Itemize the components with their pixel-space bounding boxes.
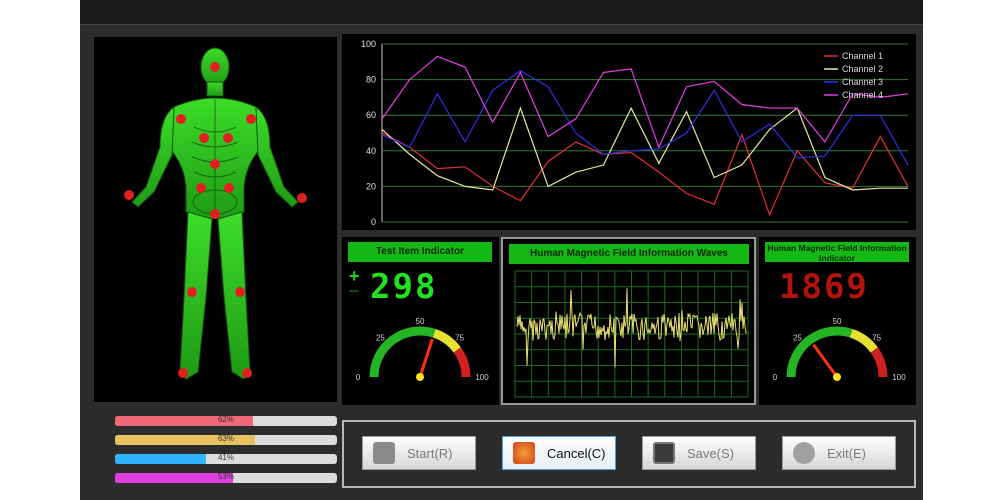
y-tick-label-60: 60 [366, 110, 376, 120]
test-item-gauge-arc-red [453, 347, 471, 378]
channel-line-chart: 0 20 40 60 80 100 Channel 1 Channel 2 Channel 3 C… [361, 39, 909, 227]
test-item-gauge-tick-50: 50 [416, 317, 425, 326]
y-tick-label-40: 40 [366, 146, 376, 156]
start-icon [373, 442, 395, 464]
legend-label-channel-4: Channel 4 [842, 90, 883, 100]
legend-label-channel-1: Channel 1 [842, 51, 883, 61]
progress-bar-3: 41% [115, 454, 337, 464]
legend-label-channel-3: Channel 3 [842, 77, 883, 87]
test-item-gauge-needle [418, 338, 434, 378]
button-bar: Start(R) Cancel(C) Save(S) Exit(E) [342, 420, 916, 488]
magnetic-waves-panel: Human Magnetic Field Information Waves [501, 237, 756, 405]
test-item-gauge-tick-100: 100 [475, 373, 489, 382]
legend-label-channel-2: Channel 2 [842, 64, 883, 74]
start-button-label: Start(R) [407, 445, 453, 461]
save-button-label: Save(S) [687, 445, 734, 461]
field-gauge-needle-hub [833, 373, 841, 381]
y-tick-label-100: 100 [361, 39, 376, 49]
progress-bars-panel: 62% 63% 41% 53% [94, 407, 337, 487]
start-button[interactable]: Start(R) [362, 436, 476, 470]
exit-button[interactable]: Exit(E) [782, 436, 896, 470]
progress-bar-4: 53% [115, 473, 337, 483]
magnetic-waves-graph [514, 270, 749, 398]
progress-label-2: 63% [217, 435, 234, 443]
field-gauge-arc-yellow [849, 328, 878, 353]
field-gauge-tick-25: 25 [793, 333, 802, 342]
test-item-indicator-panel: Test Item Indicator + – 298 0 25 50 75 100 [342, 237, 499, 405]
field-indicator-panel: Human Magnetic Field Information Indicat… [759, 237, 916, 405]
power-icon [793, 442, 815, 464]
exit-button-label: Exit(E) [827, 445, 866, 461]
floppy-disk-icon [653, 442, 675, 464]
channel-line-chart-panel: 0 20 40 60 80 100 Channel 1 Channel 2 Channel 3 C… [342, 34, 916, 230]
field-gauge-tick-50: 50 [833, 317, 842, 326]
test-item-gauge-tick-75: 75 [455, 333, 464, 342]
field-gauge-arc-red [870, 347, 888, 378]
progress-label-3: 41% [217, 454, 234, 462]
field-gauge: 0 25 50 75 100 [773, 317, 906, 382]
test-item-gauge-needle-hub [416, 373, 424, 381]
y-tick-label-80: 80 [366, 75, 376, 85]
field-gauge-needle [812, 343, 839, 378]
title-bar [80, 0, 923, 25]
cancel-icon [513, 442, 535, 464]
test-item-gauge: 0 25 50 75 100 [356, 317, 489, 382]
test-item-gauge-arc-yellow [432, 328, 461, 353]
progress-bar-2: 63% [115, 435, 337, 445]
field-gauge-tick-75: 75 [872, 333, 881, 342]
y-tick-label-0: 0 [371, 217, 376, 227]
save-button[interactable]: Save(S) [642, 436, 756, 470]
progress-label-1: 62% [217, 416, 234, 424]
progress-bar-1: 62% [115, 416, 337, 426]
field-gauge-tick-100: 100 [892, 373, 906, 382]
progress-label-4: 53% [217, 473, 234, 481]
field-gauge-tick-0: 0 [773, 373, 778, 382]
body-figure-panel [94, 37, 337, 402]
cancel-button-label: Cancel(C) [547, 445, 606, 461]
app-window: 0 20 40 60 80 100 Channel 1 Channel 2 Channel 3 C… [80, 0, 923, 500]
test-item-gauge-tick-25: 25 [376, 333, 385, 342]
human-body-figure [124, 47, 307, 380]
test-item-gauge-tick-0: 0 [356, 373, 361, 382]
cancel-button[interactable]: Cancel(C) [502, 436, 616, 470]
y-tick-label-20: 20 [366, 181, 376, 191]
series-line-channel-1 [381, 132, 909, 217]
